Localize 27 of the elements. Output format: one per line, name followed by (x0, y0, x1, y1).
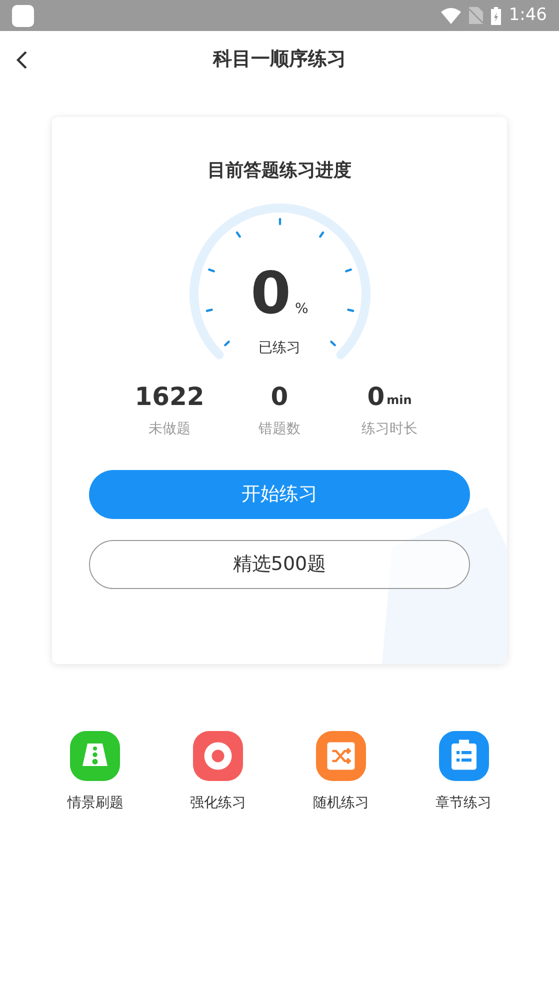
clipboard-icon[interactable] (438, 731, 489, 781)
stat-value: 0 (367, 384, 385, 409)
back-icon[interactable] (16, 50, 28, 70)
no-sim-icon (468, 7, 483, 24)
shuffle-icon[interactable] (316, 731, 366, 781)
shortcut-label[interactable]: 强化练习 (190, 793, 246, 814)
target-icon[interactable] (193, 731, 244, 781)
page-title: 科目一顺序练习 (213, 47, 346, 72)
progress-value: 0 (250, 264, 292, 322)
stat-label: 未做题 (148, 420, 190, 439)
shortcut-label[interactable]: 随机练习 (312, 793, 369, 814)
stat-value: 0 (270, 384, 288, 409)
stat-label: 错题数 (258, 420, 300, 439)
stat-label: 练习时长 (362, 420, 418, 439)
shortcut-label[interactable]: 情景刷题 (67, 793, 124, 814)
battery-icon (490, 6, 501, 24)
road-icon[interactable] (70, 731, 120, 781)
progress-unit: % (295, 300, 308, 319)
clock-time: 1:46 (508, 4, 547, 27)
progress-caption: 已练习 (258, 339, 302, 358)
card-title: 目前答题练习进度 (208, 159, 352, 183)
wifi-icon (440, 8, 461, 24)
shortcut-label[interactable]: 章节练习 (436, 793, 492, 814)
stat-value: 1622 (134, 384, 204, 409)
stat-unit: min (386, 392, 412, 409)
notification-icon (12, 4, 34, 26)
selected-questions-button[interactable]: 精选500题 (89, 540, 470, 589)
